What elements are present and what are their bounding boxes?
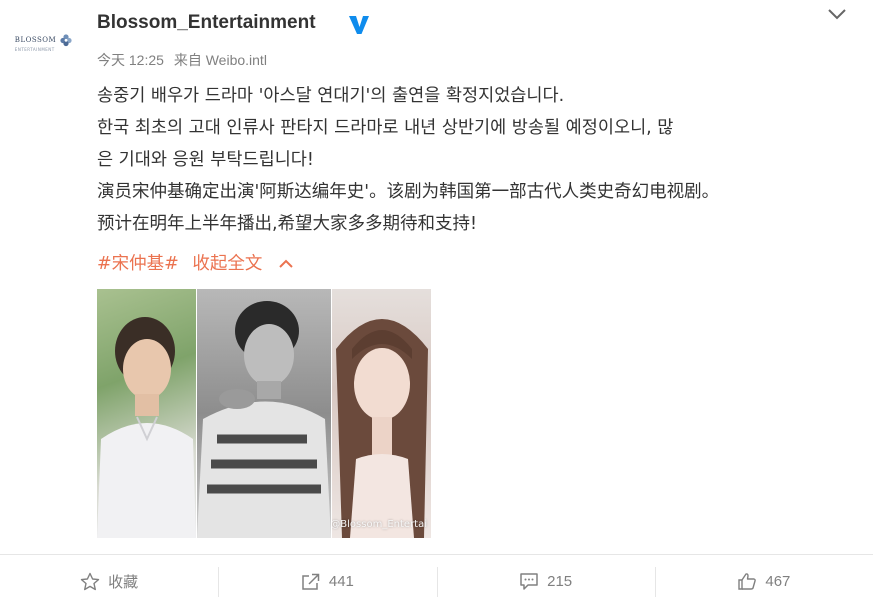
star-icon — [80, 572, 100, 590]
photo-actor-2[interactable] — [197, 289, 331, 538]
collapse-link[interactable]: 收起全文 — [192, 254, 262, 274]
body-line: 한국 최초의 고대 인류사 판타지 드라마로 내년 상반기에 방송될 예정이오니… — [97, 118, 674, 138]
post-time[interactable]: 今天 12:25 — [97, 52, 164, 68]
comment-button[interactable]: 215 — [436, 555, 655, 607]
repost-button[interactable]: 441 — [218, 555, 436, 607]
portrait-1-icon — [97, 317, 196, 538]
portrait-3-icon — [336, 319, 428, 538]
post-source[interactable]: 来自 Weibo.intl — [174, 52, 267, 68]
image-watermark: @Blossom_Entertai — [332, 519, 427, 530]
like-button[interactable]: 467 — [654, 555, 873, 607]
tag-row: #宋仲基# 收起全文 — [97, 250, 294, 278]
action-bar: 收藏 441 215 467 — [0, 555, 873, 607]
comment-icon — [520, 572, 538, 590]
portrait-2-icon — [197, 301, 331, 538]
favorite-label: 收藏 — [108, 573, 139, 591]
post-body: 송중기 배우가 드라마 '아스달 연대기'의 출연을 확정지었습니다. 한국 최… — [97, 80, 847, 240]
post-meta: 今天 12:25 来自 Weibo.intl — [97, 50, 273, 70]
chevron-down-icon[interactable] — [826, 6, 848, 22]
body-line: 은 기대와 응원 부탁드립니다! — [97, 150, 314, 170]
photo-strip: @Blossom_Entertai — [97, 289, 431, 538]
chevron-up-icon[interactable] — [278, 258, 294, 270]
avatar-logo-sub: ENTERTAINMENT — [14, 46, 55, 52]
body-line: 演员宋仲基确定出演'阿斯达编年史'。该剧为韩国第一部古代人类史奇幻电视剧。 — [97, 182, 720, 202]
comment-count: 215 — [547, 572, 573, 590]
avatar-logo-text: BLOSSOM — [14, 35, 57, 44]
repost-count: 441 — [328, 572, 354, 590]
photo-actor-1[interactable] — [97, 289, 196, 538]
hashtag-link[interactable]: #宋仲基# — [97, 254, 179, 274]
photo-actor-3[interactable]: @Blossom_Entertai — [332, 289, 431, 538]
body-line: 预计在明年上半年播出,希望大家多多期待和支持! — [97, 214, 478, 234]
avatar[interactable]: BLOSSOM ENTERTAINMENT — [8, 14, 80, 70]
body-line: 송중기 배우가 드라마 '아스달 연대기'의 출연을 확정지었습니다. — [97, 86, 565, 106]
like-count: 467 — [765, 572, 791, 590]
username[interactable]: Blossom_Entertainment — [97, 12, 316, 34]
verified-v-icon — [349, 16, 369, 34]
flower-logo-icon — [60, 33, 72, 46]
thumbs-up-icon — [738, 572, 757, 590]
share-icon — [302, 573, 320, 590]
favorite-button[interactable]: 收藏 — [0, 555, 218, 607]
